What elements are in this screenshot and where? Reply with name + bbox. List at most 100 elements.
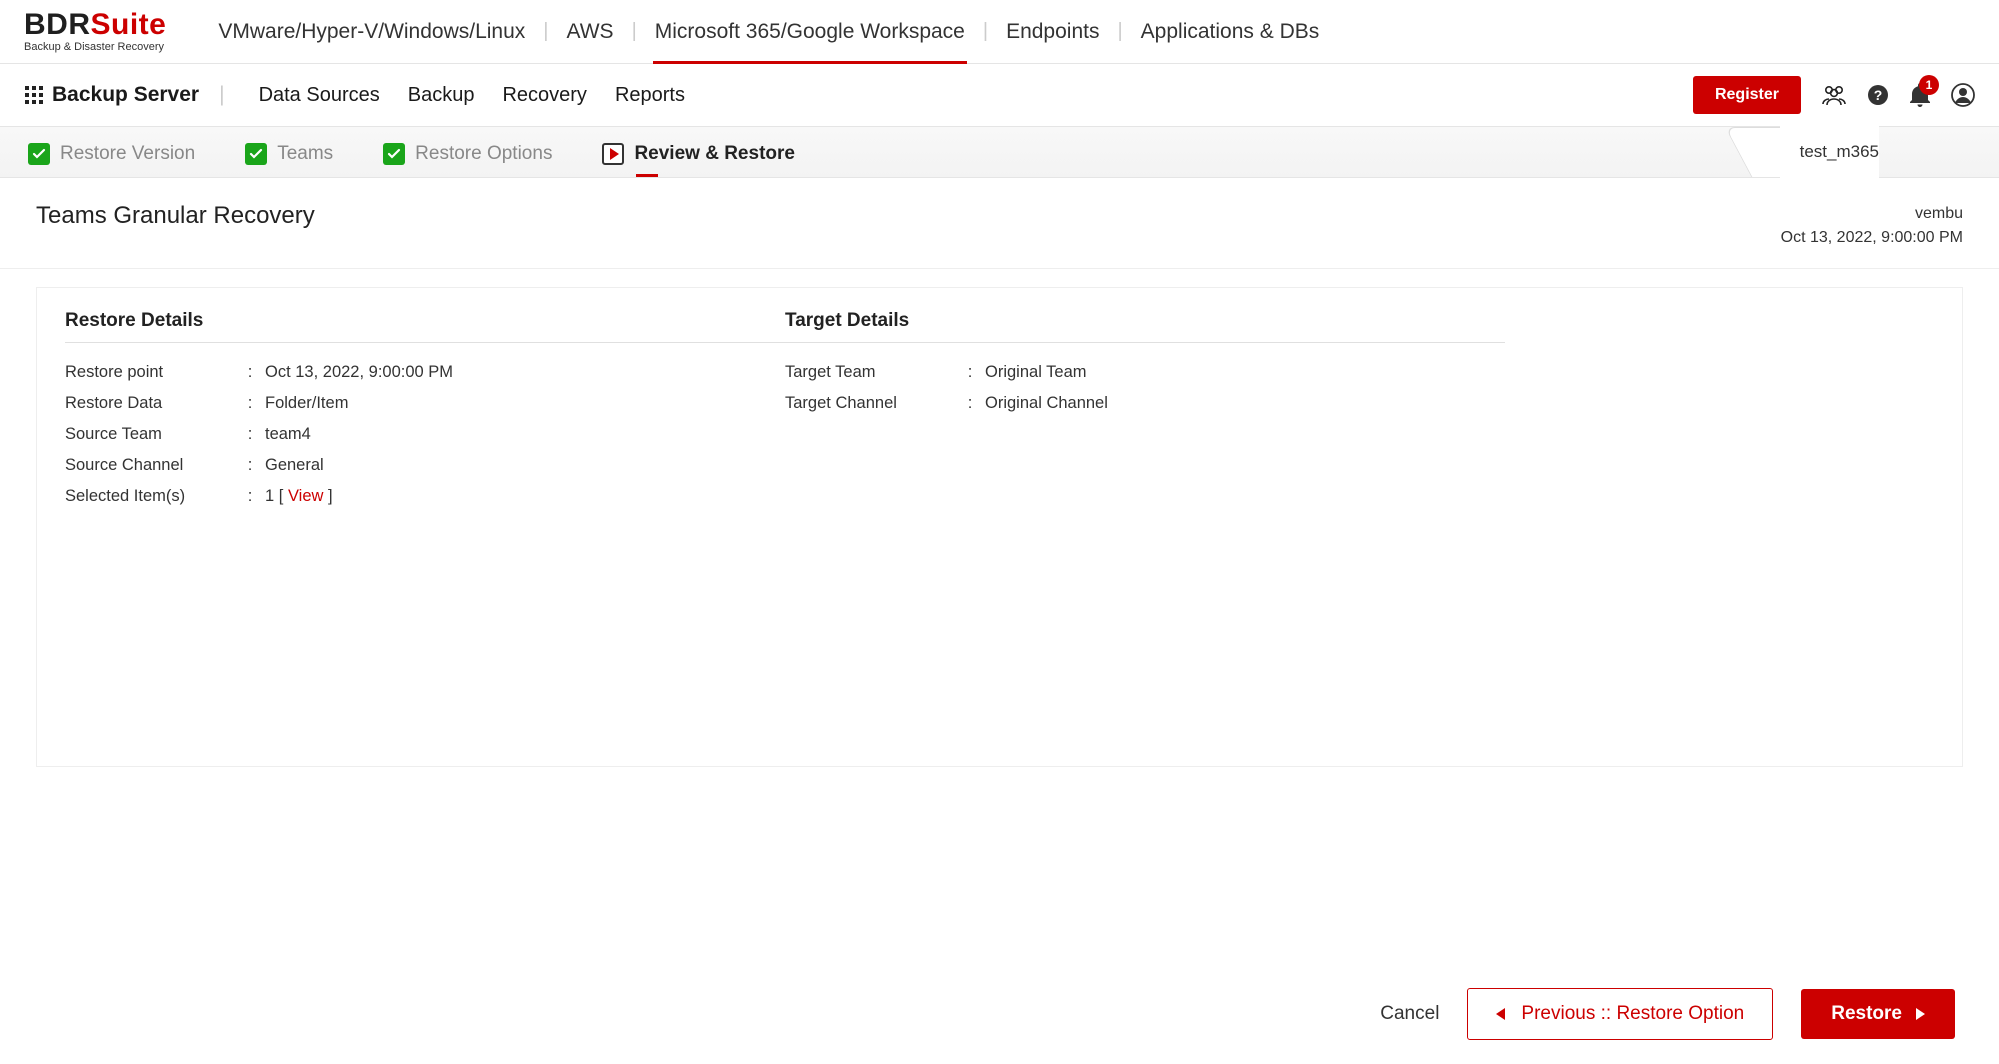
topnav-item-endpoints[interactable]: Endpoints (990, 14, 1115, 50)
details-panel: Restore Details Restore point : Oct 13, … (36, 287, 1963, 767)
notifications-icon[interactable]: 1 (1909, 83, 1931, 107)
label: Source Channel (65, 456, 235, 475)
top-nav: BDRSuite Backup & Disaster Recovery VMwa… (0, 0, 1999, 64)
bracket: ] (323, 487, 332, 505)
step-review-restore[interactable]: Review & Restore (602, 143, 795, 165)
label: Source Team (65, 425, 235, 444)
step-label: Teams (277, 143, 333, 165)
step-teams[interactable]: Teams (245, 143, 333, 165)
step-label: Review & Restore (634, 143, 795, 165)
target-details-title: Target Details (785, 310, 1505, 343)
check-icon (245, 143, 267, 165)
view-link[interactable]: View (288, 487, 323, 505)
row-target-team: Target Team : Original Team (785, 357, 1505, 388)
help-icon[interactable]: ? (1867, 84, 1889, 106)
colon: : (235, 487, 265, 506)
row-source-team: Source Team : team4 (65, 419, 785, 450)
nav-backup[interactable]: Backup (394, 84, 489, 107)
value: Oct 13, 2022, 9:00:00 PM (265, 363, 453, 382)
value: General (265, 456, 324, 475)
label: Restore point (65, 363, 235, 382)
register-button[interactable]: Register (1693, 76, 1801, 114)
page-meta: vembu Oct 13, 2022, 9:00:00 PM (1781, 202, 1963, 250)
restore-label: Restore (1831, 1003, 1902, 1025)
second-nav-right: Register ? 1 (1693, 76, 1975, 114)
topnav-item-m365[interactable]: Microsoft 365/Google Workspace (639, 14, 981, 50)
cancel-button[interactable]: Cancel (1380, 1003, 1439, 1025)
svg-text:?: ? (1874, 87, 1883, 103)
meta-time: Oct 13, 2022, 9:00:00 PM (1781, 226, 1963, 250)
value: team4 (265, 425, 311, 444)
logo-prefix: BDR (24, 8, 91, 41)
value: 1 [ View ] (265, 487, 333, 506)
colon: : (235, 363, 265, 382)
label: Selected Item(s) (65, 487, 235, 506)
meta-user: vembu (1781, 202, 1963, 226)
topnav-item-aws[interactable]: AWS (551, 14, 630, 50)
value: Folder/Item (265, 394, 348, 413)
second-nav-left: Backup Server | Data Sources Backup Reco… (24, 83, 699, 107)
colon: : (955, 394, 985, 413)
separator: | (1115, 20, 1124, 43)
target-details-column: Target Details Target Team : Original Te… (785, 310, 1505, 512)
value: Original Team (985, 363, 1087, 382)
footer-actions: Cancel Previous :: Restore Option Restor… (0, 964, 1999, 1064)
play-icon (602, 143, 624, 165)
step-restore-options[interactable]: Restore Options (383, 143, 552, 165)
restore-button[interactable]: Restore (1801, 989, 1955, 1039)
topnav-item-apps[interactable]: Applications & DBs (1125, 14, 1336, 50)
row-target-channel: Target Channel : Original Channel (785, 388, 1505, 419)
logo[interactable]: BDRSuite Backup & Disaster Recovery (24, 10, 166, 53)
previous-label: Previous :: Restore Option (1521, 1003, 1744, 1025)
apps-grid-icon[interactable] (24, 85, 44, 105)
nav-reports[interactable]: Reports (601, 84, 699, 107)
colon: : (235, 425, 265, 444)
label: Target Channel (785, 394, 955, 413)
page-title: Teams Granular Recovery (36, 202, 315, 230)
active-underline (636, 174, 658, 177)
restore-details-title: Restore Details (65, 310, 785, 343)
step-label: Restore Version (60, 143, 195, 165)
wizard-context: test_m365 (1780, 127, 1999, 177)
context-label: test_m365 (1800, 142, 1879, 161)
topnav-item-vmware[interactable]: VMware/Hyper-V/Windows/Linux (202, 14, 541, 50)
wizard-bar: Restore Version Teams Restore Options Re… (0, 127, 1999, 178)
row-restore-point: Restore point : Oct 13, 2022, 9:00:00 PM (65, 357, 785, 388)
notification-badge: 1 (1919, 75, 1939, 95)
label: Target Team (785, 363, 955, 382)
row-selected-items: Selected Item(s) : 1 [ View ] (65, 481, 785, 512)
row-source-channel: Source Channel : General (65, 450, 785, 481)
chevron-right-icon (1916, 1008, 1925, 1020)
logo-tagline: Backup & Disaster Recovery (24, 42, 166, 53)
value: Original Channel (985, 394, 1108, 413)
row-restore-data: Restore Data : Folder/Item (65, 388, 785, 419)
check-icon (383, 143, 405, 165)
logo-suffix: Suite (91, 8, 167, 41)
colon: : (955, 363, 985, 382)
page-header: Teams Granular Recovery vembu Oct 13, 20… (0, 178, 1999, 269)
label: Restore Data (65, 394, 235, 413)
bracket: [ (279, 487, 288, 505)
separator: | (541, 20, 550, 43)
logo-text: BDRSuite (24, 10, 166, 40)
separator: | (981, 20, 990, 43)
separator: | (199, 83, 244, 107)
backup-server-label[interactable]: Backup Server (52, 83, 199, 107)
second-nav: Backup Server | Data Sources Backup Reco… (0, 64, 1999, 127)
nav-data-sources[interactable]: Data Sources (245, 84, 394, 107)
users-icon[interactable] (1821, 84, 1847, 106)
step-restore-version[interactable]: Restore Version (28, 143, 195, 165)
top-nav-items: VMware/Hyper-V/Windows/Linux | AWS | Mic… (202, 14, 1335, 50)
separator: | (630, 20, 639, 43)
check-icon (28, 143, 50, 165)
restore-details-column: Restore Details Restore point : Oct 13, … (65, 310, 785, 512)
colon: : (235, 456, 265, 475)
previous-button[interactable]: Previous :: Restore Option (1467, 988, 1773, 1040)
wizard-steps: Restore Version Teams Restore Options Re… (28, 143, 795, 165)
colon: : (235, 394, 265, 413)
user-account-icon[interactable] (1951, 83, 1975, 107)
nav-recovery[interactable]: Recovery (488, 84, 600, 107)
chevron-left-icon (1496, 1008, 1505, 1020)
step-label: Restore Options (415, 143, 552, 165)
selected-count: 1 (265, 487, 274, 505)
